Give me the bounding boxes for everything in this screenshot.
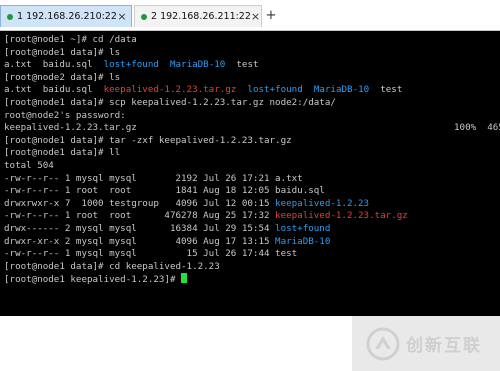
dir-name: lost+found bbox=[247, 84, 303, 96]
dir-name: MariaDB-10 bbox=[313, 84, 370, 96]
terminal-line: drwxr-xr-x 2 mysql mysql 4096 Aug 17 13:… bbox=[4, 236, 408, 249]
archive-name: keepalived-1.2.23.tar.gz bbox=[103, 84, 237, 96]
tab-bar: 1 192.168.26.210:22 × 2 192.168.26.211:2… bbox=[0, 0, 500, 31]
terminal-line: [root@node1 data]# scp keepalived-1.2.23… bbox=[4, 96, 336, 108]
terminal-line: [root@node1 data]# ls bbox=[4, 46, 121, 58]
dir-name: keepalived-1.2.23 bbox=[275, 197, 370, 209]
close-icon[interactable]: × bbox=[251, 10, 260, 23]
listing-meta: -rw-r--r-- 1 root root 476278 Aug 25 17:… bbox=[4, 210, 276, 222]
file-name: test bbox=[225, 59, 259, 71]
terminal-line: root@node2's password: bbox=[4, 109, 126, 121]
terminal-line: [root@node1 data]# tar -zxf keepalived-1… bbox=[4, 134, 292, 146]
terminal-line: [root@node1 data]# ll bbox=[4, 147, 121, 159]
page-background bbox=[0, 316, 352, 371]
terminal-line: a.txt baidu.sql lost+found MariaDB-10 te… bbox=[4, 59, 408, 72]
terminal-line: [root@node1 data]# cd keepalived-1.2.23 bbox=[4, 260, 220, 272]
watermark-text: 创新互联 bbox=[406, 336, 482, 356]
text-cursor bbox=[181, 273, 188, 284]
terminal-line: [root@node2 data]# ls bbox=[4, 71, 121, 83]
tab-label: 2 192.168.26.211:22 bbox=[151, 11, 251, 22]
terminal-prompt-line[interactable]: [root@node1 keepalived-1.2.23]# bbox=[4, 273, 408, 286]
terminal-line: drwxrwxr-x 7 1000 testgroup 4096 Jul 12 … bbox=[4, 198, 408, 211]
file-name: test bbox=[369, 84, 403, 96]
terminal-line: a.txt baidu.sql keepalived-1.2.23.tar.gz… bbox=[4, 84, 408, 97]
terminal-line: -rw-r--r-- 1 mysql mysql 15 Jul 26 17:44… bbox=[4, 248, 298, 260]
listing-meta: drwx------ 2 mysql mysql 16384 Jul 29 15… bbox=[4, 222, 276, 234]
tab-session-1[interactable]: 1 192.168.26.210:22 × bbox=[0, 5, 132, 27]
terminal-line: total 504 bbox=[4, 159, 54, 171]
terminal-line: -rw-r--r-- 1 root root 1841 Aug 18 12:05… bbox=[4, 185, 325, 197]
listing-meta: drwxr-xr-x 2 mysql mysql 4096 Aug 17 13:… bbox=[4, 235, 276, 247]
dir-name: MariaDB-10 bbox=[169, 59, 226, 71]
file-name: a.txt baidu.sql bbox=[4, 84, 104, 96]
dir-name: lost+found bbox=[275, 222, 331, 234]
close-icon[interactable]: × bbox=[117, 10, 127, 23]
terminal-line: [root@node1 ~]# cd /data bbox=[4, 34, 137, 45]
watermark-logo: 创新互联 bbox=[352, 316, 500, 371]
file-name: a.txt baidu.sql bbox=[4, 59, 104, 71]
dir-name: MariaDB-10 bbox=[275, 235, 331, 247]
terminal-line: -rw-r--r-- 1 mysql mysql 2192 Jul 26 17:… bbox=[4, 172, 303, 184]
terminal-output[interactable]: [root@node1 ~]# cd /data [root@node1 dat… bbox=[0, 31, 500, 316]
connected-dot-icon bbox=[7, 13, 13, 20]
terminal-line: keepalived-1.2.23.tar.gz 100% 465 bbox=[4, 122, 500, 135]
tab-session-2[interactable]: 2 192.168.26.211:22 × bbox=[134, 5, 262, 27]
new-tab-button[interactable]: + bbox=[264, 7, 278, 25]
transfer-progress: 100% 465 bbox=[454, 122, 500, 134]
chuangxin-logo-icon bbox=[366, 327, 400, 360]
dir-name: lost+found bbox=[103, 59, 159, 71]
terminal-line: -rw-r--r-- 1 root root 476278 Aug 25 17:… bbox=[4, 210, 408, 223]
file-name: keepalived-1.2.23.tar.gz bbox=[4, 122, 137, 134]
listing-meta: drwxrwxr-x 7 1000 testgroup 4096 Jul 12 … bbox=[4, 197, 276, 209]
connected-dot-icon bbox=[141, 13, 147, 20]
prompt: [root@node1 keepalived-1.2.23]# bbox=[4, 274, 182, 286]
tab-label: 1 192.168.26.210:22 bbox=[17, 11, 117, 22]
terminal-line: drwx------ 2 mysql mysql 16384 Jul 29 15… bbox=[4, 223, 408, 236]
archive-name: keepalived-1.2.23.tar.gz bbox=[275, 210, 408, 222]
